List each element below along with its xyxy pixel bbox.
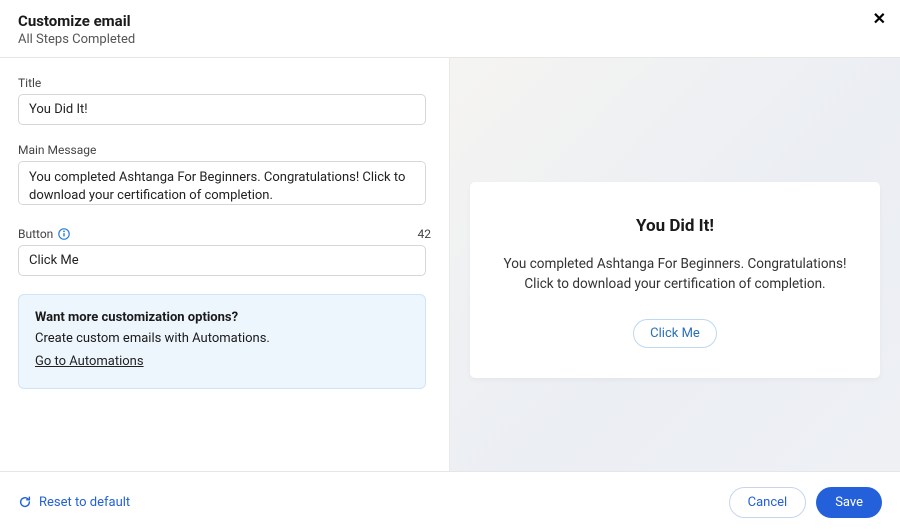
reset-to-default-button[interactable]: Reset to default <box>18 495 130 510</box>
main-message-label: Main Message <box>18 143 431 157</box>
button-label-row: Button 42 <box>18 227 431 241</box>
title-field-wrap: Title <box>18 76 431 125</box>
button-text-input[interactable] <box>18 245 426 276</box>
callout-heading: Want more customization options? <box>35 309 409 328</box>
preview-card: You Did It! You completed Ashtanga For B… <box>470 182 880 378</box>
button-char-count: 42 <box>418 227 432 241</box>
preview-title: You Did It! <box>502 216 848 236</box>
footer: Reset to default Cancel Save <box>0 471 900 532</box>
close-button[interactable]: ✕ <box>873 11 886 27</box>
title-label: Title <box>18 76 431 90</box>
close-icon: ✕ <box>873 9 886 28</box>
page-title: Customize email <box>18 12 882 30</box>
body: Title Main Message You completed Ashtang… <box>0 58 900 471</box>
title-input[interactable] <box>18 94 426 125</box>
preview-button: Click Me <box>633 319 717 348</box>
save-button[interactable]: Save <box>816 487 882 518</box>
footer-actions: Cancel Save <box>729 487 882 518</box>
info-icon[interactable] <box>58 228 70 240</box>
go-to-automations-link[interactable]: Go to Automations <box>35 353 144 372</box>
preview-pane: You Did It! You completed Ashtanga For B… <box>450 58 900 471</box>
customization-callout: Want more customization options? Create … <box>18 294 426 389</box>
reset-label: Reset to default <box>39 495 130 510</box>
main-message-input[interactable]: You completed Ashtanga For Beginners. Co… <box>18 161 426 205</box>
form-pane: Title Main Message You completed Ashtang… <box>0 58 450 471</box>
button-field-wrap: Button 42 <box>18 227 431 276</box>
refresh-icon <box>18 495 32 509</box>
main-message-field-wrap: Main Message You completed Ashtanga For … <box>18 143 431 209</box>
page-subtitle: All Steps Completed <box>18 32 882 47</box>
header: Customize email All Steps Completed ✕ <box>0 0 900 57</box>
preview-body: You completed Ashtanga For Beginners. Co… <box>502 254 848 295</box>
button-label: Button <box>18 227 53 241</box>
callout-body: Create custom emails with Automations. <box>35 330 409 349</box>
cancel-button[interactable]: Cancel <box>729 487 807 518</box>
